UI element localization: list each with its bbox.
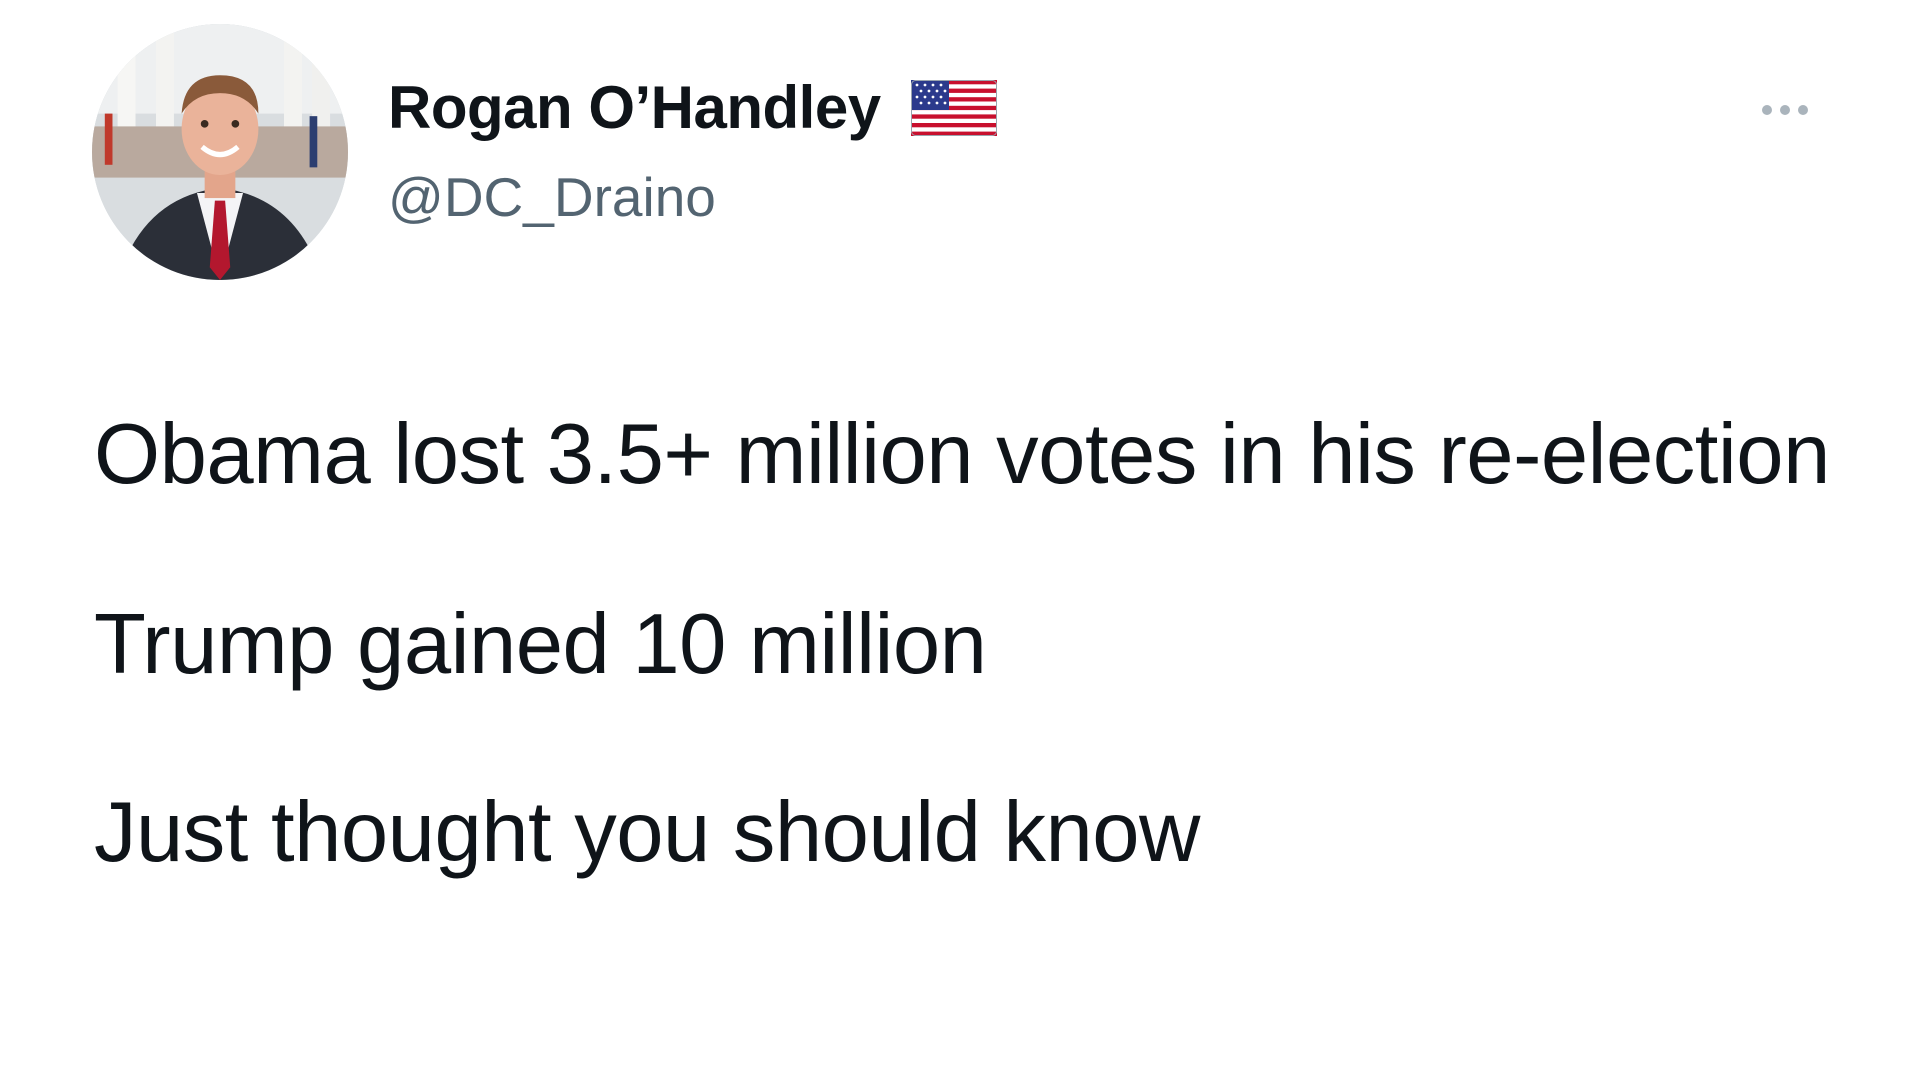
author-handle[interactable]: @DC_Draino	[388, 162, 716, 232]
tweet-paragraph: Obama lost 3.5+ million votes in his re-…	[94, 407, 1830, 502]
tweet-text: Obama lost 3.5+ million votes in his re-…	[94, 400, 1854, 888]
tweet-card: Rogan O’Handley @DC_Draino Obama lost 3.…	[0, 0, 1918, 1080]
tweet-paragraph: Trump gained 10 million	[94, 597, 987, 692]
more-dots-icon	[1762, 105, 1772, 115]
author-name-row: Rogan O’Handley	[388, 70, 997, 146]
avatar-photo-icon	[92, 24, 348, 280]
us-flag-icon	[910, 80, 997, 136]
more-dots-icon	[1780, 105, 1790, 115]
tweet-paragraph: Just thought you should know	[94, 785, 1200, 880]
author-avatar[interactable]	[92, 24, 348, 280]
author-display-name[interactable]: Rogan O’Handley	[388, 70, 881, 146]
more-dots-icon	[1798, 105, 1808, 115]
more-options-button[interactable]	[1740, 90, 1830, 130]
